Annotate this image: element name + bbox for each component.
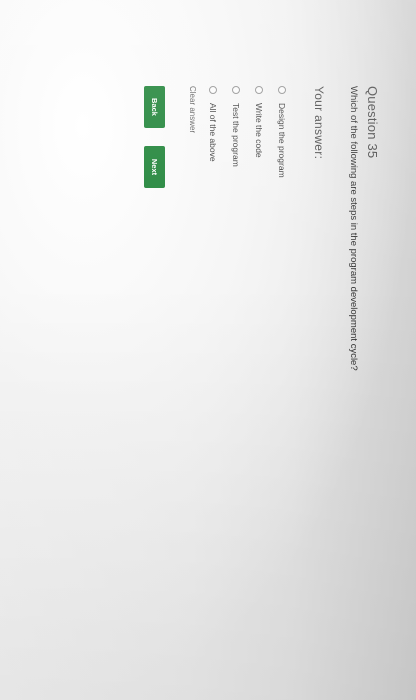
quiz-panel: Question 35 Which of the following are s…: [130, 86, 380, 426]
question-text: Which of the following are steps in the …: [348, 86, 359, 371]
radio-button[interactable]: [278, 86, 287, 94]
answer-option-design[interactable]: Design the program: [271, 86, 294, 286]
answer-option-write[interactable]: Write the code: [248, 86, 271, 286]
answer-options: Design the program Write the code Test t…: [202, 86, 294, 286]
option-label: Design the program: [277, 103, 288, 178]
back-button[interactable]: Back: [144, 86, 165, 128]
next-button[interactable]: Next: [144, 146, 165, 188]
clear-answer-link[interactable]: Clear answer: [188, 86, 197, 133]
answer-option-all[interactable]: All of the above: [202, 86, 225, 286]
option-label: All of the above: [208, 103, 219, 162]
radio-button[interactable]: [232, 86, 241, 94]
option-label: Write the code: [254, 103, 265, 158]
answer-option-test[interactable]: Test the program: [225, 86, 248, 286]
question-title: Question 35: [365, 86, 380, 159]
radio-button[interactable]: [255, 86, 264, 94]
radio-button[interactable]: [209, 86, 218, 94]
your-answer-label: Your answer:: [312, 86, 326, 160]
option-label: Test the program: [231, 103, 242, 167]
